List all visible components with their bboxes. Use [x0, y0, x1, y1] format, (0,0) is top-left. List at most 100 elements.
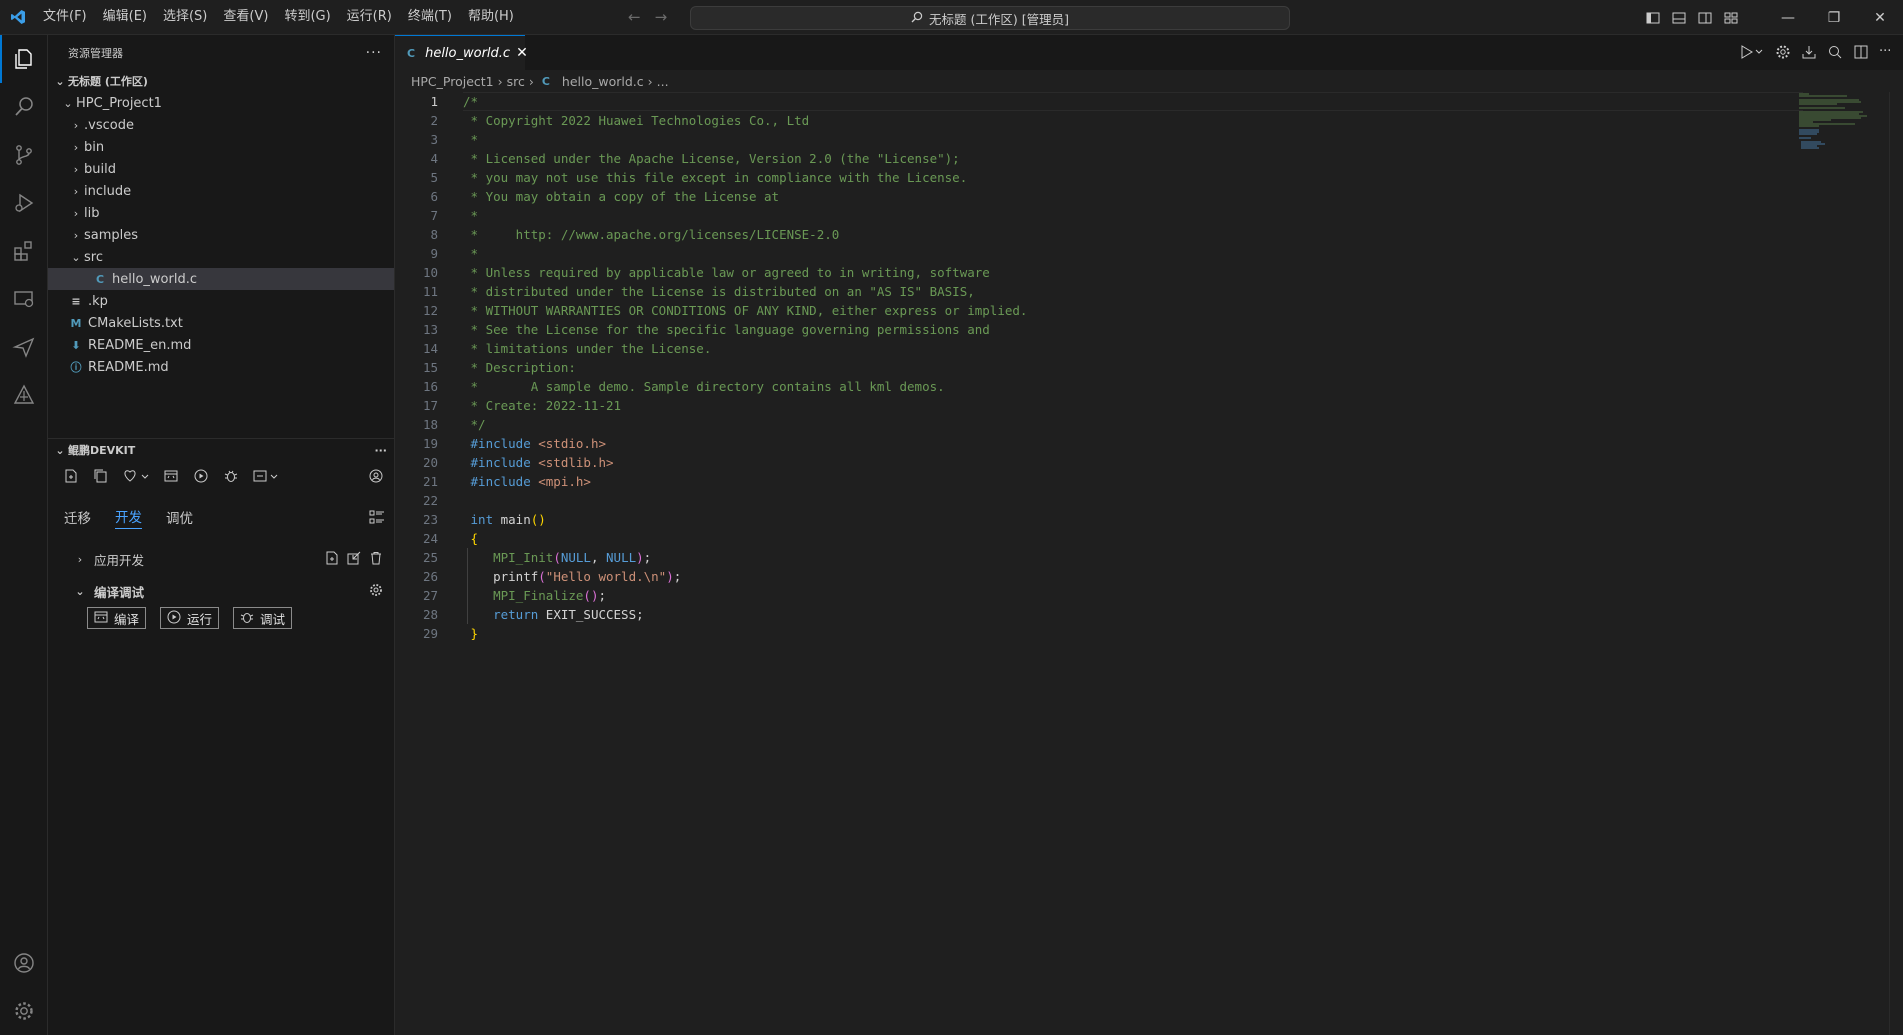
tree-item[interactable]: › include	[48, 180, 394, 202]
tab-development[interactable]: 开发	[115, 506, 142, 529]
download-icon[interactable]	[1801, 44, 1817, 60]
breadcrumb-project[interactable]: HPC_Project1	[411, 74, 494, 89]
workspace-section-header[interactable]: ⌄ 无标题 (工作区)	[48, 70, 394, 92]
tree-item[interactable]: › bin	[48, 136, 394, 158]
user-icon[interactable]	[367, 467, 385, 485]
tree-item[interactable]: › samples	[48, 224, 394, 246]
run-code-dropdown-icon[interactable]	[1739, 44, 1765, 60]
breadcrumb-symbol[interactable]: ...	[657, 74, 669, 89]
settings-gear-icon[interactable]	[1775, 44, 1791, 60]
devkit-panel: ⌄ 鲲鹏DEVKIT ··· 迁移 开发 调优 › 应用开发 ⌄ 编译调试 编译…	[48, 438, 395, 629]
breadcrumb-file[interactable]: hello_world.c	[562, 74, 644, 89]
tree-item[interactable]: M CMakeLists.txt	[48, 312, 394, 334]
menu-item-3[interactable]: 查看(V)	[215, 5, 276, 29]
forward-arrow-icon[interactable]: →	[655, 8, 668, 26]
code-text: #include <stdlib.h>	[463, 453, 614, 472]
run-icon[interactable]	[192, 467, 210, 485]
new-file-icon[interactable]	[325, 551, 339, 568]
send-icon[interactable]	[0, 323, 48, 371]
compile-icon[interactable]	[162, 467, 180, 485]
menu-item-7[interactable]: 帮助(H)	[460, 5, 522, 29]
restore-button[interactable]: ❐	[1811, 0, 1857, 35]
back-arrow-icon[interactable]: ←	[628, 8, 641, 26]
code-line: 27 MPI_Finalize();	[395, 586, 1903, 605]
tree-item[interactable]: › .vscode	[48, 114, 394, 136]
split-editor-icon[interactable]	[1853, 44, 1869, 60]
breadcrumb: HPC_Project1 › src › C hello_world.c › .…	[395, 70, 1903, 92]
remote-explorer-icon[interactable]	[0, 275, 48, 323]
toggle-secondary-sidebar-icon[interactable]	[1697, 10, 1713, 26]
menu-item-6[interactable]: 终端(T)	[400, 5, 460, 29]
settings-gear-icon[interactable]	[369, 583, 383, 600]
close-window-button[interactable]: ✕	[1857, 0, 1903, 35]
devkit-icon[interactable]	[0, 371, 48, 419]
chevron-down-icon: ⌄	[63, 96, 73, 110]
compile-button[interactable]: 编译	[87, 607, 147, 629]
tree-item[interactable]: ⌄ src	[48, 246, 394, 268]
code-token: *	[463, 246, 479, 261]
tree-item[interactable]: ≡ .kp	[48, 290, 394, 312]
more-actions-icon[interactable]: ···	[366, 45, 382, 61]
code-line: 29 }	[395, 624, 1903, 643]
tree-project-folder[interactable]: ⌄ HPC_Project1	[48, 92, 394, 114]
code-line: 5 * you may not use this file except in …	[395, 168, 1903, 187]
close-icon[interactable]: ✕	[516, 45, 528, 61]
explorer-icon[interactable]	[0, 35, 48, 83]
code-token: #include	[463, 474, 531, 489]
menu-item-1[interactable]: 编辑(E)	[95, 5, 155, 29]
code-token: /*	[463, 94, 479, 109]
more-actions-icon[interactable]: ···	[374, 444, 387, 457]
minimap[interactable]	[1797, 92, 1887, 152]
menu-item-0[interactable]: 文件(F)	[35, 5, 95, 29]
debug-button[interactable]: 调试	[233, 607, 293, 629]
debug-bug-icon[interactable]	[222, 467, 240, 485]
code-token: #include	[463, 455, 531, 470]
command-center[interactable]: 无标题 (工作区) [管理员]	[690, 6, 1290, 30]
tree-item[interactable]: Chello_world.c	[48, 268, 394, 290]
settings-gear-icon[interactable]	[0, 987, 48, 1035]
chevron-right-icon: ›	[73, 184, 79, 198]
health-check-icon[interactable]	[122, 467, 150, 485]
tab-tuning[interactable]: 调优	[166, 507, 193, 527]
toggle-primary-sidebar-icon[interactable]	[1645, 10, 1661, 26]
breadcrumb-src[interactable]: src	[507, 74, 525, 89]
source-control-icon[interactable]	[0, 131, 48, 179]
tree-item[interactable]: ⓘ README.md	[48, 356, 394, 378]
vertical-scrollbar[interactable]	[1889, 92, 1903, 1035]
search-icon[interactable]	[1827, 44, 1843, 60]
deploy-icon[interactable]	[252, 467, 280, 485]
list-view-icon[interactable]	[369, 509, 385, 529]
customize-layout-icon[interactable]	[1723, 10, 1739, 26]
more-actions-icon[interactable]: ···	[1879, 44, 1895, 60]
chevron-right-icon: ›	[73, 118, 79, 132]
account-icon[interactable]	[0, 939, 48, 987]
tree-item[interactable]: › lib	[48, 202, 394, 224]
menu-item-4[interactable]: 转到(G)	[276, 5, 338, 29]
tree-item[interactable]: › build	[48, 158, 394, 180]
chevron-right-icon: ›	[497, 73, 503, 89]
menu-item-2[interactable]: 选择(S)	[155, 5, 215, 29]
line-number: 5	[430, 170, 438, 185]
tab-hello-world-c[interactable]: C hello_world.c ✕	[395, 35, 528, 70]
search-icon[interactable]	[0, 83, 48, 131]
file-tree: › .vscode › bin › build › include › lib › samples ⌄ s…	[48, 114, 394, 378]
toggle-panel-icon[interactable]	[1671, 10, 1687, 26]
compile-debug-row[interactable]: ⌄ 编译调试	[48, 577, 395, 605]
minimize-button[interactable]: —	[1765, 0, 1811, 35]
run-debug-icon[interactable]	[0, 179, 48, 227]
delete-icon[interactable]	[369, 551, 383, 568]
devkit-header[interactable]: ⌄ 鲲鹏DEVKIT ···	[48, 439, 395, 461]
line-number: 1	[430, 94, 438, 109]
tab-migration[interactable]: 迁移	[64, 507, 91, 527]
tree-item[interactable]: ⬇ README_en.md	[48, 334, 394, 356]
run-button[interactable]: 运行	[160, 607, 220, 629]
extensions-icon[interactable]	[0, 227, 48, 275]
menu-item-5[interactable]: 运行(R)	[339, 5, 400, 29]
chevron-down-icon: ⌄	[75, 584, 85, 598]
line-number: 9	[430, 246, 438, 261]
copy-file-icon[interactable]	[92, 467, 110, 485]
app-dev-row[interactable]: › 应用开发	[48, 545, 395, 573]
import-icon[interactable]	[347, 551, 361, 568]
code-editor[interactable]: 1 /* 2 * Copyright 2022 Huawei Technologie…	[395, 92, 1903, 1035]
new-file-icon[interactable]	[62, 467, 80, 485]
